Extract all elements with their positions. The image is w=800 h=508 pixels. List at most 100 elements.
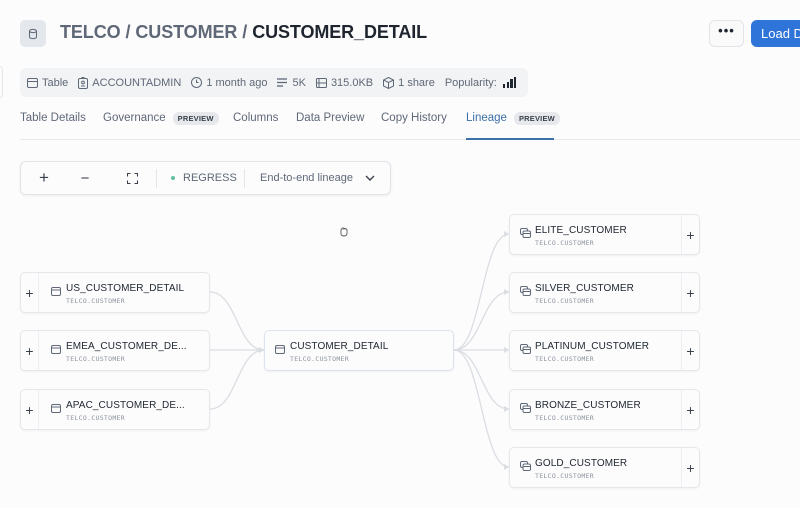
expand-downstream-button[interactable]: + (681, 215, 699, 254)
node-schema: TELCO.CUSTOMER (535, 297, 594, 305)
node-name: APAC_CUSTOMER_DE... (66, 400, 185, 411)
focus-node[interactable]: CUSTOMER_DETAIL TELCO.CUSTOMER (264, 330, 454, 371)
node-name: ELITE_CUSTOMER (535, 225, 627, 236)
table-icon (51, 341, 61, 359)
node-name: CUSTOMER_DETAIL (290, 341, 389, 352)
environment-label: REGRESS (183, 172, 237, 184)
node-name: EMEA_CUSTOMER_DE... (66, 341, 187, 352)
left-panel-edge (0, 66, 3, 98)
view-icon (520, 458, 531, 476)
node-name: SILVER_CUSTOMER (535, 283, 634, 294)
view-icon (520, 341, 531, 359)
meta-rows: 5K (277, 77, 306, 89)
upstream-edge (209, 349, 265, 410)
tab-table-details[interactable]: Table Details (20, 112, 86, 140)
meta-updated: 1 month ago (191, 77, 267, 89)
node-schema: TELCO.CUSTOMER (290, 355, 349, 363)
downstream-node[interactable]: + GOLD_CUSTOMER TELCO.CUSTOMER (509, 447, 700, 488)
meta-type: Table (27, 77, 68, 89)
view-icon (520, 283, 531, 301)
node-name: US_CUSTOMER_DETAIL (66, 283, 185, 294)
node-name: GOLD_CUSTOMER (535, 458, 628, 469)
expand-upstream-button[interactable]: + (21, 390, 39, 429)
load-data-button[interactable]: Load Data (751, 20, 800, 47)
lineage-canvas[interactable]: + US_CUSTOMER_DETAIL TELCO.CUSTOMER + EMEA_C… (0, 200, 800, 508)
tab-columns[interactable]: Columns (233, 112, 278, 140)
toolbar-divider (156, 169, 157, 188)
fit-screen-icon (126, 172, 138, 184)
zoom-in-button[interactable]: + (31, 162, 57, 194)
popularity-bars-icon (502, 77, 518, 88)
meta-size: 315.0KB (315, 77, 373, 89)
tab-bar: Table Details Governance PREVIEW Columns … (20, 112, 800, 140)
tab-copy-history[interactable]: Copy History (381, 112, 447, 140)
node-schema: TELCO.CUSTOMER (535, 355, 594, 363)
share-cube-icon (383, 76, 395, 89)
upstream-edge (209, 291, 265, 351)
ellipsis-icon: ••• (718, 23, 735, 38)
metadata-bar: Table ACCOUNTADMIN 1 month ago 5K 315.0K… (20, 68, 528, 97)
tab-label: Lineage (466, 112, 507, 124)
node-schema: TELCO.CUSTOMER (66, 355, 125, 363)
downstream-edge (453, 349, 510, 468)
tab-label: Copy History (381, 112, 447, 124)
table-icon (27, 77, 38, 88)
environment-selector[interactable]: REGRESS (171, 162, 237, 194)
expand-downstream-button[interactable]: + (681, 448, 699, 487)
lineage-mode-dropdown[interactable]: End-to-end lineage (260, 162, 375, 194)
breadcrumb-database[interactable]: TELCO (60, 22, 121, 42)
downstream-edge (453, 291, 510, 351)
page-header: TELCO / CUSTOMER / CUSTOMER_DETAIL ••• Load … (0, 0, 800, 65)
meta-type-label: Table (42, 76, 69, 89)
expand-downstream-button[interactable]: + (681, 331, 699, 370)
expand-upstream-button[interactable]: + (21, 331, 39, 370)
tab-governance[interactable]: Governance PREVIEW (103, 112, 219, 140)
expand-upstream-button[interactable]: + (21, 273, 39, 312)
node-schema: TELCO.CUSTOMER (66, 297, 125, 305)
upstream-node[interactable]: + US_CUSTOMER_DETAIL TELCO.CUSTOMER (20, 272, 210, 313)
expand-downstream-button[interactable]: + (681, 273, 699, 312)
upstream-node[interactable]: + EMEA_CUSTOMER_DE... TELCO.CUSTOMER (20, 330, 210, 371)
database-icon (20, 20, 46, 47)
more-options-button[interactable]: ••• (709, 20, 744, 47)
node-schema: TELCO.CUSTOMER (535, 414, 594, 422)
fit-screen-button[interactable] (119, 162, 145, 194)
breadcrumb-schema[interactable]: CUSTOMER (135, 22, 237, 42)
meta-shares-label: 1 share (398, 76, 435, 89)
lineage-toolbar: + − REGRESS End-to-end lineage (20, 161, 391, 195)
preview-badge: PREVIEW (513, 112, 560, 125)
meta-owner: ACCOUNTADMIN (78, 76, 182, 89)
tab-data-preview[interactable]: Data Preview (296, 112, 364, 140)
view-icon (520, 400, 531, 418)
breadcrumb-separator: / (125, 22, 131, 42)
downstream-edge (453, 349, 510, 410)
downstream-node[interactable]: + SILVER_CUSTOMER TELCO.CUSTOMER (509, 272, 700, 313)
downstream-node[interactable]: + PLATINUM_CUSTOMER TELCO.CUSTOMER (509, 330, 700, 371)
environment-status-dot (171, 176, 175, 180)
rows-icon (277, 78, 288, 87)
breadcrumb-current: CUSTOMER_DETAIL (252, 22, 428, 42)
tab-label: Data Preview (296, 112, 365, 124)
meta-updated-label: 1 month ago (206, 76, 268, 89)
tab-lineage[interactable]: Lineage PREVIEW (466, 112, 560, 140)
lineage-mode-label: End-to-end lineage (260, 172, 353, 184)
downstream-node[interactable]: + ELITE_CUSTOMER TELCO.CUSTOMER (509, 214, 700, 255)
table-icon (51, 283, 61, 301)
meta-shares[interactable]: 1 share (383, 76, 435, 89)
node-schema: TELCO.CUSTOMER (535, 239, 594, 247)
expand-downstream-button[interactable]: + (681, 390, 699, 429)
node-name: BRONZE_CUSTOMER (535, 400, 641, 411)
owner-badge-icon (78, 76, 89, 89)
downstream-edge (453, 233, 510, 351)
page-title: TELCO / CUSTOMER / CUSTOMER_DETAIL (60, 22, 427, 43)
storage-icon (315, 77, 327, 88)
clock-icon (191, 77, 203, 88)
meta-owner-label: ACCOUNTADMIN (92, 76, 182, 89)
upstream-node[interactable]: + APAC_CUSTOMER_DE... TELCO.CUSTOMER (20, 389, 210, 430)
node-name: PLATINUM_CUSTOMER (535, 341, 650, 352)
downstream-node[interactable]: + BRONZE_CUSTOMER TELCO.CUSTOMER (509, 389, 700, 430)
grab-cursor-icon (340, 227, 348, 237)
zoom-out-button[interactable]: − (72, 162, 98, 194)
chevron-down-icon (365, 175, 375, 181)
table-icon (275, 341, 285, 359)
